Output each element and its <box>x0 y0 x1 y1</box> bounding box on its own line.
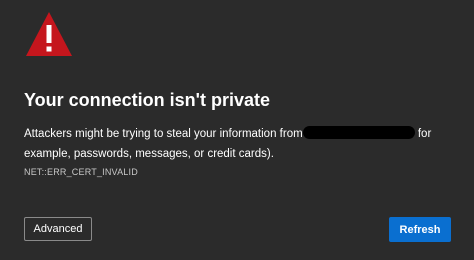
error-code: NET::ERR_CERT_INVALID <box>24 167 138 177</box>
page-title: Your connection isn't private <box>24 90 270 110</box>
warning-triangle-icon <box>26 12 72 56</box>
redacted-hostname <box>302 126 415 139</box>
advanced-button[interactable]: Advanced <box>24 217 92 241</box>
error-description: Attackers might be trying to steal your … <box>24 124 464 164</box>
privacy-error-page: Your connection isn't private Attackers … <box>0 0 474 260</box>
refresh-button[interactable]: Refresh <box>389 217 451 242</box>
description-text-start: Attackers might be trying to steal your … <box>24 128 303 140</box>
